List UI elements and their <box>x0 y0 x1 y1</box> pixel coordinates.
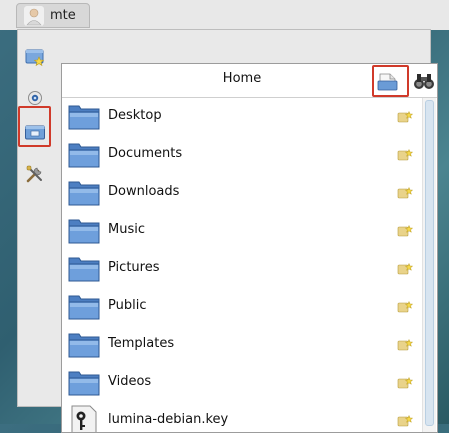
file-name: Music <box>108 222 145 237</box>
scrollbar[interactable] <box>422 98 436 432</box>
folder-icon <box>68 295 100 320</box>
current-directory-title: Home <box>222 71 262 86</box>
file-name: Documents <box>108 146 183 161</box>
file-list-item[interactable]: Templates <box>62 326 424 364</box>
tools-icon[interactable] <box>24 163 46 185</box>
file-list-item[interactable]: Public <box>62 288 424 326</box>
folder-icon <box>68 181 100 206</box>
folder-icon <box>68 257 100 282</box>
file-list-item[interactable]: Pictures <box>62 250 424 288</box>
file-list-item[interactable]: Documents <box>62 136 424 174</box>
folder-icon <box>68 219 100 244</box>
file-name: Downloads <box>108 184 180 199</box>
favorites-icon[interactable] <box>24 46 46 68</box>
file-list: Desktop Documents Downloads Music Pictures Pu… <box>62 98 424 432</box>
add-favorite-icon[interactable] <box>397 415 413 427</box>
folder-icon <box>68 105 100 130</box>
folder-icon <box>68 143 100 168</box>
add-favorite-icon[interactable] <box>397 377 413 389</box>
add-favorite-icon[interactable] <box>397 263 413 275</box>
file-name: Templates <box>108 336 175 351</box>
folder-icon <box>68 333 100 358</box>
add-favorite-icon[interactable] <box>397 111 413 123</box>
file-name: Videos <box>108 374 152 389</box>
add-favorite-icon[interactable] <box>397 339 413 351</box>
add-favorite-icon[interactable] <box>397 301 413 313</box>
scrollbar-thumb[interactable] <box>425 100 434 426</box>
search-binoculars-icon[interactable] <box>411 68 437 94</box>
file-list-item[interactable]: Downloads <box>62 174 424 212</box>
file-browser: Home Desktop Documents Downloads Music Pictu… <box>61 63 438 433</box>
user-menu-button[interactable]: mte <box>16 3 90 28</box>
key-file-icon <box>71 405 97 432</box>
active-tab-highlight <box>18 106 51 147</box>
file-name: Pictures <box>108 260 160 275</box>
top-panel: mte <box>0 0 449 30</box>
add-favorite-icon[interactable] <box>397 187 413 199</box>
file-list-item[interactable]: Videos <box>62 364 424 402</box>
file-name: lumina-debian.key <box>108 412 229 427</box>
file-list-item[interactable]: Desktop <box>62 98 424 136</box>
file-name: Desktop <box>108 108 162 123</box>
folder-icon <box>68 371 100 396</box>
user-name: mte <box>50 8 76 23</box>
open-file-manager-highlight <box>372 65 409 97</box>
add-favorite-icon[interactable] <box>397 225 413 237</box>
file-list-item[interactable]: Music <box>62 212 424 250</box>
file-list-item[interactable]: lumina-debian.key <box>62 402 424 432</box>
start-menu-panel: Home Desktop Documents Downloads Music Pictu… <box>17 29 438 433</box>
file-name: Public <box>108 298 147 313</box>
user-avatar-icon <box>24 6 44 26</box>
add-favorite-icon[interactable] <box>397 149 413 161</box>
